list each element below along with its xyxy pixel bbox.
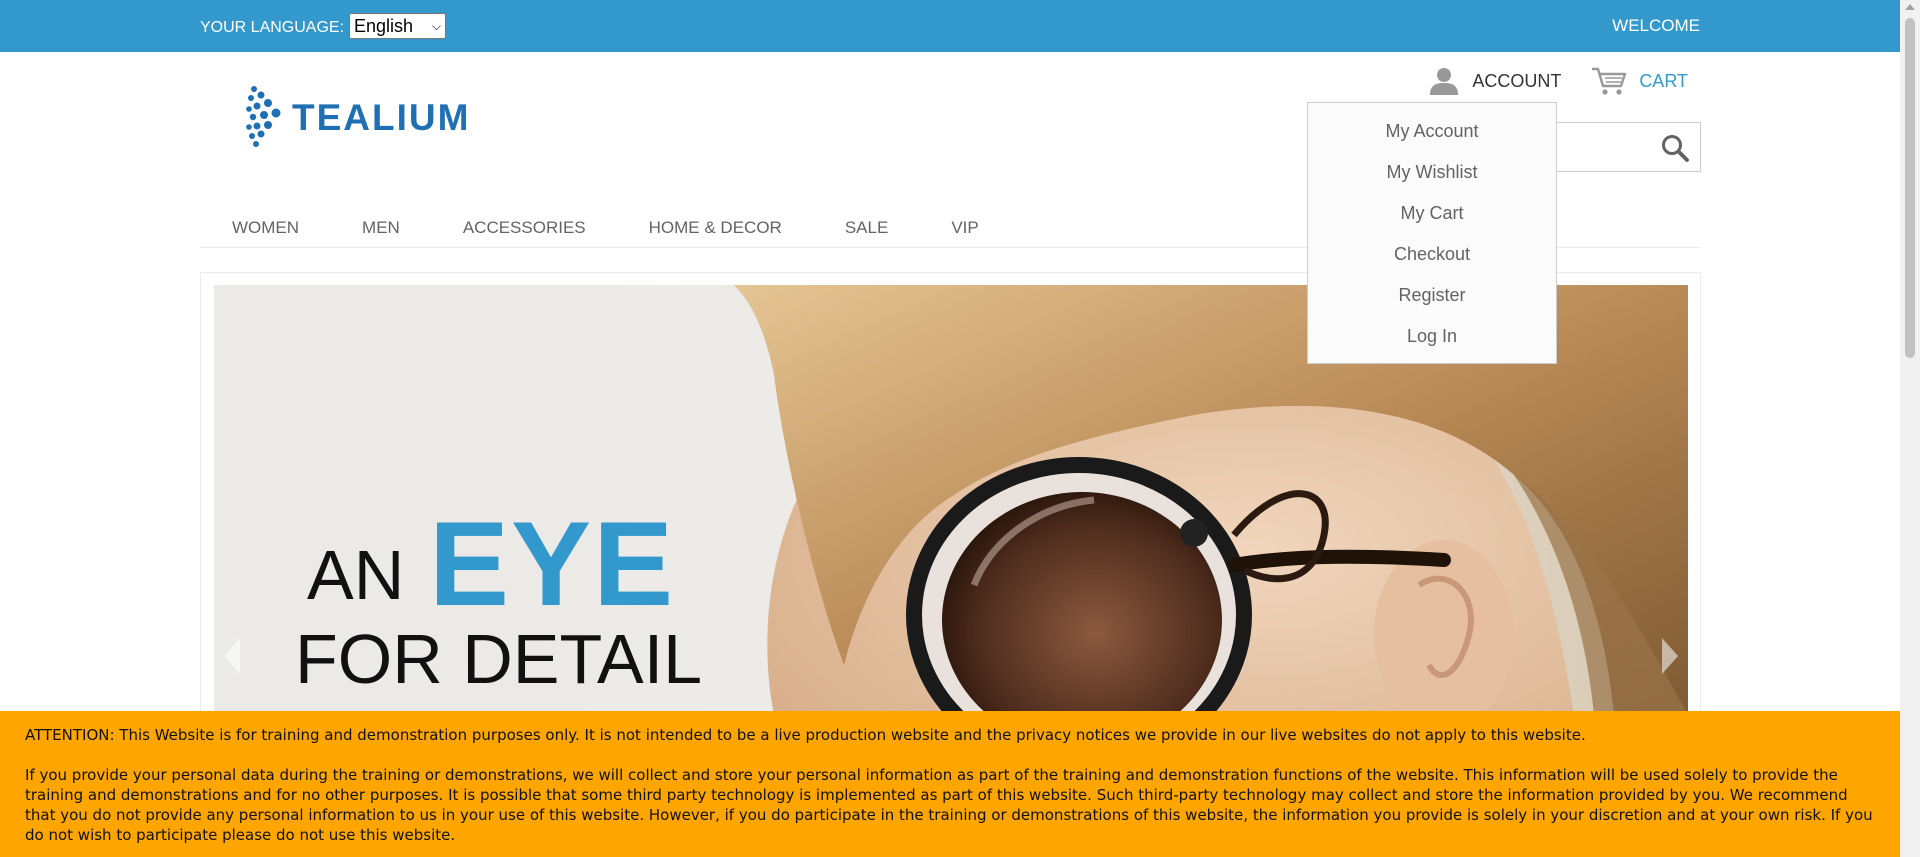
demo-notice-banner: ATTENTION: This Website is for training … — [0, 711, 1900, 857]
logo-wordmark: TEALIUM — [292, 97, 470, 138]
slider-next-arrow-icon[interactable] — [1662, 638, 1678, 674]
scroll-up-arrow-icon[interactable] — [1905, 4, 1915, 10]
notice-privacy-text: If you provide your personal data during… — [25, 766, 1873, 844]
banner-word-eye: EYE — [429, 497, 676, 631]
banner-word-for-detail: FOR DETAIL — [295, 620, 703, 698]
banner-word-an: AN — [307, 536, 405, 614]
cart-link[interactable]: CART — [1591, 66, 1688, 96]
language-label: YOUR LANGUAGE: — [200, 18, 345, 36]
tealium-logo[interactable]: TEALIUM — [244, 86, 524, 156]
menu-item-my-account[interactable]: My Account — [1308, 119, 1556, 160]
nav-item-home-decor[interactable]: HOME & DECOR — [617, 208, 813, 247]
language-select-value: English — [354, 15, 414, 36]
menu-item-my-cart[interactable]: My Cart — [1308, 201, 1556, 242]
notice-attention-text: ATTENTION: This Website is for training … — [25, 726, 1586, 744]
logo-icon: TEALIUM — [246, 86, 470, 147]
nav-item-men[interactable]: MEN — [330, 208, 431, 247]
menu-item-checkout[interactable]: Checkout — [1308, 242, 1556, 283]
cart-label: CART — [1639, 70, 1688, 91]
search-button[interactable] — [1660, 133, 1690, 163]
account-dropdown-menu: My Account My Wishlist My Cart Checkout … — [1307, 102, 1557, 364]
language-select[interactable]: English ⌵ — [349, 13, 447, 39]
scrollbar-thumb[interactable] — [1905, 18, 1915, 358]
search-icon — [1662, 135, 1689, 162]
account-link[interactable]: ACCOUNT — [1428, 66, 1561, 96]
chevron-down-icon: ⌵ — [431, 18, 442, 33]
nav-item-vip[interactable]: VIP — [919, 208, 1009, 247]
cart-icon — [1592, 67, 1627, 95]
menu-item-my-wishlist[interactable]: My Wishlist — [1308, 160, 1556, 201]
top-bar: YOUR LANGUAGE: English ⌵ WELCOME — [0, 0, 1900, 52]
welcome-message: WELCOME — [1612, 16, 1700, 35]
menu-item-log-in[interactable]: Log In — [1308, 324, 1556, 365]
user-icon — [1430, 68, 1459, 95]
menu-item-register[interactable]: Register — [1308, 283, 1556, 324]
slider-prev-arrow-icon[interactable] — [224, 638, 240, 674]
nav-item-sale[interactable]: SALE — [813, 208, 919, 247]
nav-item-women[interactable]: WOMEN — [200, 208, 330, 247]
account-label: ACCOUNT — [1472, 70, 1562, 91]
header-links: ACCOUNT CART — [1398, 66, 1688, 96]
page-scrollbar[interactable] — [1900, 0, 1920, 857]
nav-item-accessories[interactable]: ACCESSORIES — [431, 208, 617, 247]
language-switcher: YOUR LANGUAGE: English ⌵ — [200, 13, 447, 39]
